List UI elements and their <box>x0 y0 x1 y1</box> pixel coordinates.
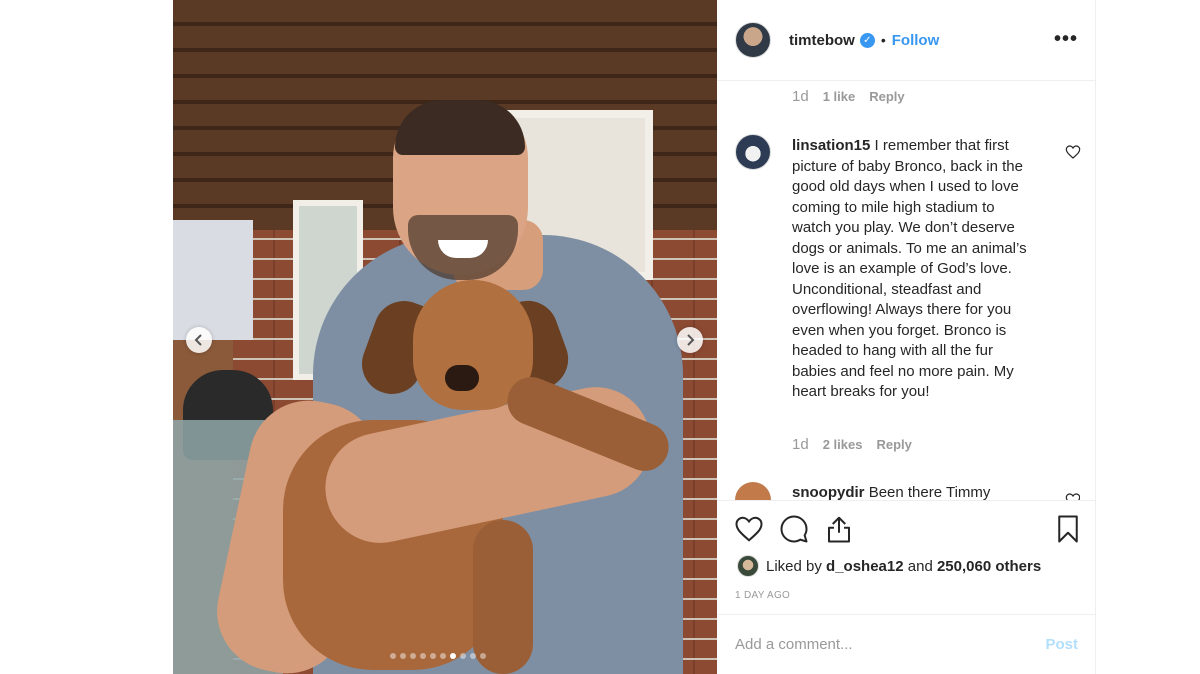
post-header: timtebow ✓ • Follow ••• <box>717 0 1096 81</box>
comment-like-heart-icon[interactable] <box>1065 144 1081 160</box>
comment-meta: 1d 1 like Reply <box>792 88 905 105</box>
chevron-left-icon <box>194 334 202 346</box>
commenter-avatar[interactable] <box>735 134 771 170</box>
comment-body: snoopydir Been there Timmy <box>792 484 990 500</box>
commenter-avatar[interactable] <box>735 482 771 500</box>
bookmark-icon[interactable] <box>1053 514 1083 544</box>
comment-text: I remember that first picture of baby Br… <box>792 137 1027 400</box>
post-actions: Liked by d_oshea12 and 250,060 others 1 … <box>717 500 1096 614</box>
verified-badge-icon: ✓ <box>859 32 875 48</box>
comment-text: Been there Timmy <box>868 484 991 500</box>
comments-list[interactable]: 1d 1 like Reply linsation15 I remember t… <box>717 82 1096 500</box>
comment-time: 1d <box>792 88 809 105</box>
carousel-dot <box>410 653 416 659</box>
add-comment-input[interactable] <box>735 636 1046 653</box>
more-options-icon[interactable]: ••• <box>1054 28 1078 51</box>
header-separator: • <box>880 32 886 48</box>
commenter-username[interactable]: snoopydir <box>792 484 865 500</box>
post-photo[interactable] <box>173 0 717 674</box>
carousel-dot <box>430 653 436 659</box>
liked-by-user[interactable]: d_oshea12 <box>826 558 904 575</box>
follow-button[interactable]: Follow <box>892 32 940 49</box>
author-avatar[interactable] <box>735 22 771 58</box>
post-timestamp[interactable]: 1 DAY AGO <box>735 590 790 601</box>
carousel-dot <box>480 653 486 659</box>
carousel-dot <box>470 653 476 659</box>
heart-icon[interactable] <box>734 514 764 544</box>
carousel-dot <box>400 653 406 659</box>
carousel-dot <box>450 653 456 659</box>
carousel-prev-button[interactable] <box>186 327 212 353</box>
comment-body: linsation15 I remember that first pictur… <box>792 136 1037 403</box>
post-details-panel: timtebow ✓ • Follow ••• 1d 1 like Reply … <box>717 0 1096 674</box>
post-comment-button[interactable]: Post <box>1045 636 1078 653</box>
carousel-indicator <box>390 653 486 659</box>
liked-by-summary: Liked by d_oshea12 and 250,060 others <box>737 555 1041 577</box>
photo-person-hair <box>395 100 525 155</box>
carousel-dot <box>440 653 446 659</box>
chevron-right-icon <box>687 334 695 346</box>
comment-likes[interactable]: 1 like <box>823 89 856 104</box>
carousel-dot <box>460 653 466 659</box>
carousel-dot <box>420 653 426 659</box>
commenter-username[interactable]: linsation15 <box>792 137 870 154</box>
comment-item: snoopydir Been there Timmy <box>735 482 1080 500</box>
liked-by-others[interactable]: 250,060 others <box>937 558 1041 575</box>
photo-puppy-nose <box>445 365 479 391</box>
comment-composer: Post <box>717 614 1096 674</box>
comment-likes[interactable]: 2 likes <box>823 437 863 452</box>
liked-by-prefix: Liked by <box>766 557 822 575</box>
comment-like-heart-icon[interactable] <box>1065 492 1080 500</box>
photo-puppy-leg <box>473 520 533 674</box>
carousel-next-button[interactable] <box>677 327 703 353</box>
liker-avatar[interactable] <box>737 555 759 577</box>
comment-meta: 1d 2 likes Reply <box>792 436 912 453</box>
author-username[interactable]: timtebow <box>789 32 855 49</box>
carousel-dot <box>390 653 396 659</box>
comment-reply-button[interactable]: Reply <box>876 437 911 452</box>
share-icon[interactable] <box>824 514 854 544</box>
liked-by-and: and <box>907 557 933 575</box>
photo-background <box>173 220 253 340</box>
comment-icon[interactable] <box>779 514 809 544</box>
comment-reply-button[interactable]: Reply <box>869 89 904 104</box>
comment-time: 1d <box>792 436 809 453</box>
